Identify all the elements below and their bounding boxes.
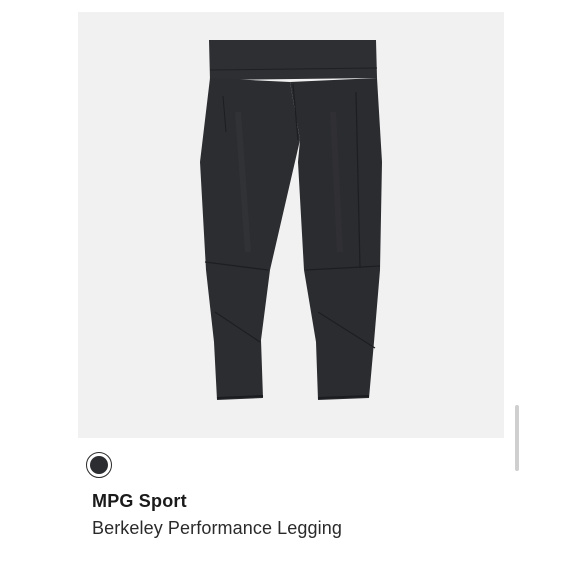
scrollbar[interactable] <box>515 405 519 471</box>
product-detail-screen: MPG Sport Berkeley Performance Legging <box>0 0 580 580</box>
product-name[interactable]: Berkeley Performance Legging <box>92 518 342 539</box>
color-swatch[interactable] <box>86 452 112 478</box>
legging-illustration <box>200 40 382 400</box>
product-brand[interactable]: MPG Sport <box>92 491 187 512</box>
product-image[interactable] <box>78 12 504 438</box>
color-swatch-fill <box>90 456 108 474</box>
